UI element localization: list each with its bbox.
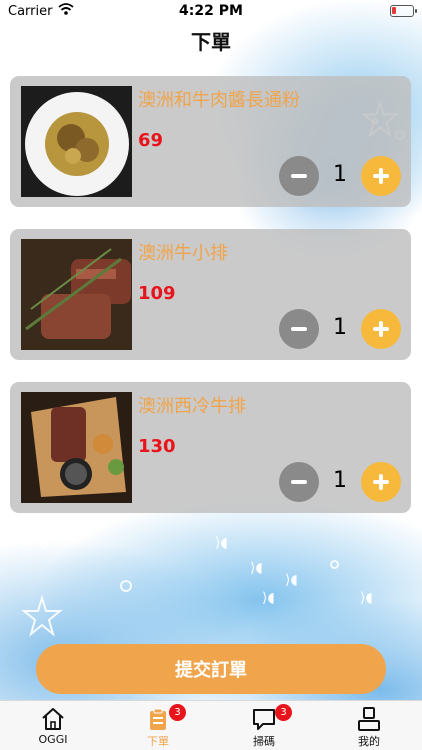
item-price: 109 <box>138 283 176 304</box>
plus-icon <box>373 321 389 337</box>
increase-quantity-button[interactable] <box>361 156 401 196</box>
decrease-quantity-button[interactable] <box>279 309 319 349</box>
decrease-quantity-button[interactable] <box>279 156 319 196</box>
tab-bar: OGGI 3 下單 3 掃碼 我的 <box>0 700 422 750</box>
item-price: 69 <box>138 130 164 151</box>
item-name: 澳洲牛小排 <box>138 243 228 264</box>
order-icon <box>150 708 166 730</box>
fish-decoration: ⟩◖ <box>250 560 263 576</box>
order-badge: 3 <box>169 704 186 721</box>
profile-icon <box>358 707 380 731</box>
fish-decoration: ⟩◖ <box>360 590 373 606</box>
tab-oggi[interactable]: OGGI <box>0 701 106 750</box>
order-item-card: 澳洲西冷牛排 130 1 <box>10 382 411 513</box>
tab-label: 我的 <box>358 735 380 748</box>
increase-quantity-button[interactable] <box>361 309 401 349</box>
home-icon <box>42 708 64 730</box>
submit-order-button[interactable]: 提交訂單 <box>36 644 386 694</box>
quantity-value: 1 <box>333 468 347 493</box>
order-item-card: 澳洲和牛肉醬長通粉 69 1 <box>10 76 411 207</box>
tab-order[interactable]: 3 下單 <box>105 701 211 750</box>
increase-quantity-button[interactable] <box>361 462 401 502</box>
food-image-short-rib <box>21 239 132 350</box>
minus-icon <box>291 327 307 331</box>
fish-decoration: ⟩◖ <box>285 572 298 588</box>
plus-icon <box>373 168 389 184</box>
food-image-pasta <box>21 86 132 197</box>
order-item-card: 澳洲牛小排 109 1 <box>10 229 411 360</box>
tab-profile[interactable]: 我的 <box>316 701 422 750</box>
nav-bar: 下單 <box>0 22 422 66</box>
fish-decoration: ⟩◖ <box>262 590 275 606</box>
battery-icon <box>390 5 417 17</box>
scan-badge: 3 <box>275 704 292 721</box>
minus-icon <box>291 480 307 484</box>
plus-icon <box>373 474 389 490</box>
clock: 4:22 PM <box>179 3 243 19</box>
quantity-value: 1 <box>333 315 347 340</box>
chat-icon <box>253 709 275 730</box>
quantity-value: 1 <box>333 162 347 187</box>
item-name: 澳洲和牛肉醬長通粉 <box>138 90 300 111</box>
item-price: 130 <box>138 436 176 457</box>
page-title: 下單 <box>191 30 231 54</box>
tab-scan[interactable]: 3 掃碼 <box>211 701 317 750</box>
tab-label: 掃碼 <box>253 735 275 748</box>
decrease-quantity-button[interactable] <box>279 462 319 502</box>
bubble-decoration <box>120 580 132 592</box>
bubble-decoration <box>330 560 339 569</box>
tab-label: 下單 <box>147 735 169 748</box>
food-image-sirloin <box>21 392 132 503</box>
bubble-decoration <box>40 540 48 548</box>
tab-label: OGGI <box>38 733 68 746</box>
status-bar: Carrier 4:22 PM <box>0 0 422 22</box>
fish-decoration: ⟩◖ <box>215 535 228 551</box>
starfish-decoration <box>21 595 63 637</box>
minus-icon <box>291 174 307 178</box>
item-name: 澳洲西冷牛排 <box>138 396 246 417</box>
